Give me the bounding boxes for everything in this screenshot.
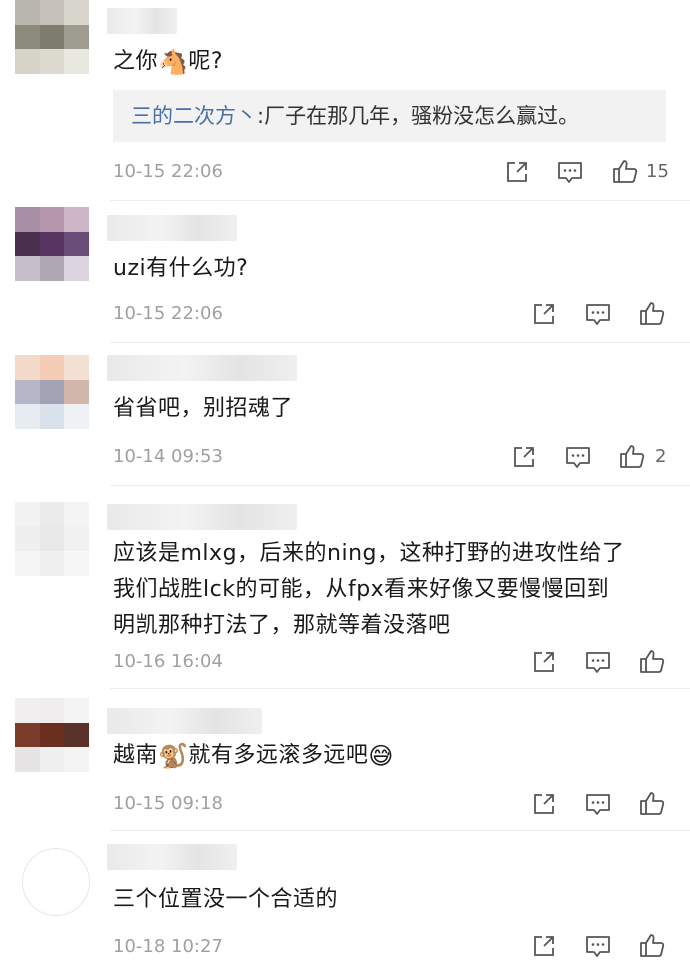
- username-blurred[interactable]: [107, 215, 237, 241]
- comment-icon[interactable]: [556, 158, 584, 186]
- avatar[interactable]: [22, 848, 90, 916]
- reply-author-link[interactable]: 三的二次方丶: [131, 104, 257, 128]
- comment-text: 之你🐴呢?: [113, 44, 670, 80]
- monkey-emoji-icon: 🐒: [158, 742, 189, 770]
- comment-icon[interactable]: [584, 300, 612, 328]
- comment-item: 应该是mlxg，后来的ning，这种打野的进攻性给了 我们战胜lck的可能，从f…: [0, 490, 690, 685]
- comment-time: 10-15 22:06: [113, 303, 223, 324]
- like-icon[interactable]: [638, 299, 666, 327]
- avatar[interactable]: [15, 0, 89, 74]
- share-icon[interactable]: [503, 158, 531, 186]
- comment-icon[interactable]: [584, 648, 612, 676]
- comment-text: 省省吧，别招魂了: [113, 396, 294, 421]
- comment-text: uzi有什么功?: [113, 256, 249, 281]
- like-icon[interactable]: [611, 157, 639, 185]
- username-blurred[interactable]: [107, 8, 177, 34]
- comment-icon[interactable]: [584, 790, 612, 818]
- like-count: 2: [655, 446, 667, 467]
- comment-text: 越南🐒就有多远滚多远吧😅: [113, 738, 670, 774]
- divider: [110, 688, 690, 689]
- divider: [110, 485, 690, 486]
- avatar[interactable]: [15, 502, 89, 576]
- comment-time: 10-15 22:06: [113, 161, 223, 182]
- comment-time: 10-15 09:18: [113, 793, 223, 814]
- share-icon[interactable]: [530, 300, 558, 328]
- comment-item: 之你🐴呢? 三的二次方丶:厂子在那几年，骚粉没怎么赢过。 10-15 22:06…: [0, 0, 690, 205]
- share-icon[interactable]: [530, 648, 558, 676]
- reply-text: :厂子在那几年，骚粉没怎么赢过。: [257, 104, 580, 128]
- comment-item: 越南🐒就有多远滚多远吧😅 10-15 09:18: [0, 690, 690, 830]
- username-blurred[interactable]: [107, 504, 297, 530]
- username-blurred[interactable]: [107, 708, 262, 734]
- share-icon[interactable]: [530, 932, 558, 960]
- sweat-smile-emoji-icon: 😅: [368, 742, 394, 770]
- like-count: 15: [646, 161, 669, 182]
- share-icon[interactable]: [530, 790, 558, 818]
- like-icon[interactable]: [618, 442, 646, 470]
- divider: [110, 342, 690, 343]
- username-blurred[interactable]: [107, 844, 237, 870]
- like-icon[interactable]: [638, 931, 666, 959]
- username-blurred[interactable]: [107, 355, 297, 381]
- comment-time: 10-16 16:04: [113, 651, 223, 672]
- comment-item: 三个位置没一个合适的 10-18 10:27: [0, 832, 690, 975]
- divider: [110, 830, 690, 831]
- comment-icon[interactable]: [564, 443, 592, 471]
- comment-time: 10-18 10:27: [113, 936, 223, 957]
- comment-item: uzi有什么功? 10-15 22:06: [0, 205, 690, 345]
- comment-text: 三个位置没一个合适的: [113, 887, 339, 912]
- comment-time: 10-14 09:53: [113, 446, 223, 467]
- horse-emoji-icon: 🐴: [158, 48, 189, 76]
- comment-item: 省省吧，别招魂了 10-14 09:53 2: [0, 345, 690, 485]
- comment-icon[interactable]: [584, 932, 612, 960]
- share-icon[interactable]: [510, 443, 538, 471]
- comment-text: 应该是mlxg，后来的ning，这种打野的进攻性给了 我们战胜lck的可能，从f…: [113, 541, 625, 638]
- avatar[interactable]: [15, 207, 89, 281]
- like-icon[interactable]: [638, 789, 666, 817]
- like-icon[interactable]: [638, 647, 666, 675]
- divider: [110, 200, 690, 201]
- avatar[interactable]: [15, 698, 89, 772]
- reply-preview[interactable]: 三的二次方丶:厂子在那几年，骚粉没怎么赢过。: [113, 90, 666, 142]
- avatar[interactable]: [15, 355, 89, 429]
